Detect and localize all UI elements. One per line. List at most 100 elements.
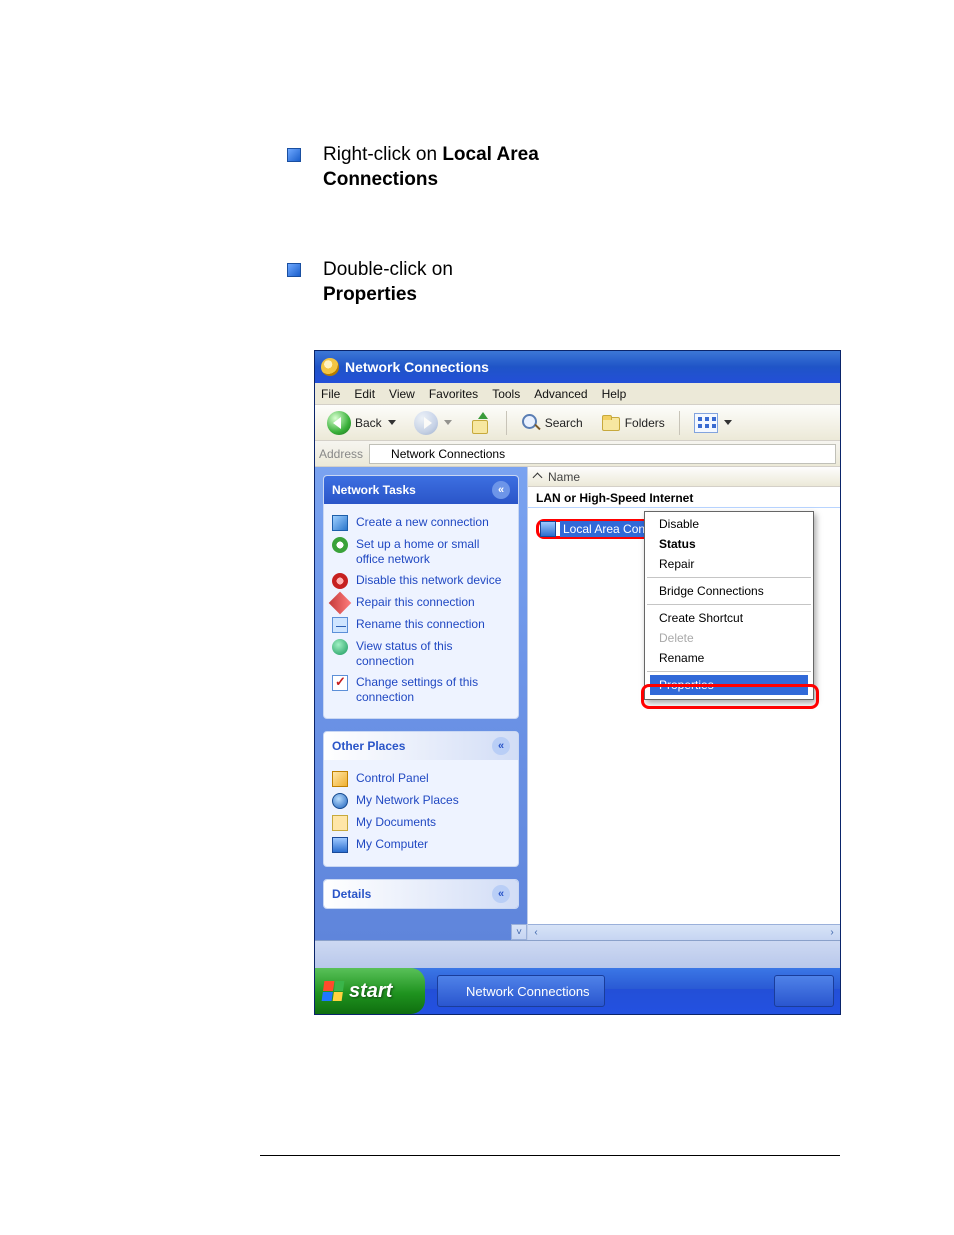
up-button[interactable] [464, 410, 498, 436]
place-label: My Documents [356, 815, 436, 830]
task-label: Rename this connection [356, 617, 485, 632]
start-label: start [349, 980, 392, 1003]
task-setup-network[interactable]: Set up a home or small office network [332, 534, 510, 570]
menu-file[interactable]: File [321, 387, 340, 401]
expand-icon[interactable]: « [492, 885, 510, 903]
instruction-text: Right-click on [323, 144, 442, 165]
place-label: My Network Places [356, 793, 459, 808]
footer-rule [260, 1155, 840, 1156]
task-label: Create a new connection [356, 515, 489, 530]
place-label: My Computer [356, 837, 428, 852]
forward-button[interactable] [408, 409, 458, 437]
folders-button[interactable]: Folders [595, 411, 671, 435]
scroll-down-button[interactable]: ˅ [511, 924, 527, 940]
windows-logo-icon [322, 981, 345, 1001]
chevron-down-icon [388, 420, 396, 425]
back-label: Back [355, 416, 382, 430]
search-button[interactable]: Search [515, 411, 589, 435]
local-area-connection-item[interactable]: Local Area Con [536, 519, 654, 539]
task-view-status[interactable]: View status of this connection [332, 636, 510, 672]
menu-view[interactable]: View [389, 387, 415, 401]
task-rename-connection[interactable]: Rename this connection [332, 614, 510, 636]
repair-icon [329, 592, 352, 615]
taskbar-button-label: Network Connections [466, 984, 590, 999]
folders-label: Folders [625, 416, 665, 430]
instruction-step-2: Double-click on Properties [287, 258, 453, 307]
task-label: View status of this connection [356, 639, 510, 669]
toolbar-separator [506, 411, 507, 435]
ctx-bridge[interactable]: Bridge Connections [645, 581, 813, 601]
task-disable-device[interactable]: Disable this network device [332, 570, 510, 592]
scroll-left-icon[interactable]: ‹ [528, 927, 544, 938]
menu-tools[interactable]: Tools [492, 387, 520, 401]
panel-title: Other Places [332, 739, 405, 753]
scroll-right-icon[interactable]: › [824, 927, 840, 938]
ctx-create-shortcut[interactable]: Create Shortcut [645, 608, 813, 628]
group-header-lan: LAN or High-Speed Internet [528, 487, 840, 508]
horizontal-scrollbar[interactable]: ‹ › [528, 924, 840, 940]
start-button[interactable]: start [315, 968, 425, 1014]
place-control-panel[interactable]: Control Panel [332, 768, 510, 790]
toolbar-separator [679, 411, 680, 435]
address-bar: Address Network Connections [315, 441, 840, 467]
chevron-down-icon [724, 420, 732, 425]
back-button[interactable]: Back [321, 409, 402, 437]
status-bar [315, 940, 840, 968]
taskbar-button-network[interactable]: Network Connections [437, 975, 605, 1007]
ctx-separator [647, 671, 811, 672]
forward-icon [414, 411, 438, 435]
menu-bar: File Edit View Favorites Tools Advanced … [315, 383, 840, 405]
ctx-separator [647, 604, 811, 605]
views-button[interactable] [688, 411, 738, 435]
menu-help[interactable]: Help [602, 387, 627, 401]
panel-header-tasks[interactable]: Network Tasks « [324, 476, 518, 504]
network-connection-icon [540, 521, 556, 537]
status-icon [332, 639, 348, 655]
network-places-icon [332, 793, 348, 809]
place-network-places[interactable]: My Network Places [332, 790, 510, 812]
menu-edit[interactable]: Edit [354, 387, 375, 401]
network-connections-window: Network Connections File Edit View Favor… [314, 350, 841, 1015]
address-field[interactable]: Network Connections [369, 444, 836, 464]
network-tasks-panel: Network Tasks « Create a new connection … [323, 475, 519, 719]
task-label: Change settings of this connection [356, 675, 510, 705]
instruction-bold: Properties [323, 284, 417, 305]
ctx-disable[interactable]: Disable [645, 514, 813, 534]
views-icon [694, 413, 718, 433]
ctx-status[interactable]: Status [645, 534, 813, 554]
ctx-delete: Delete [645, 628, 813, 648]
place-my-computer[interactable]: My Computer [332, 834, 510, 856]
panel-header-other[interactable]: Other Places « [324, 732, 518, 760]
disable-icon [332, 573, 348, 589]
item-label: Local Area Con [560, 521, 648, 537]
rename-icon [332, 617, 348, 633]
title-bar[interactable]: Network Connections [315, 351, 840, 383]
ctx-rename[interactable]: Rename [645, 648, 813, 668]
computer-icon [332, 837, 348, 853]
collapse-icon[interactable]: « [492, 481, 510, 499]
bullet-icon [287, 148, 301, 162]
task-create-connection[interactable]: Create a new connection [332, 512, 510, 534]
home-network-icon [332, 537, 348, 553]
ctx-repair[interactable]: Repair [645, 554, 813, 574]
panel-header-details[interactable]: Details « [324, 880, 518, 908]
search-label: Search [545, 416, 583, 430]
task-change-settings[interactable]: Change settings of this connection [332, 672, 510, 708]
panel-title: Details [332, 887, 371, 901]
folder-up-icon [470, 412, 492, 434]
system-tray[interactable] [774, 975, 834, 1007]
group-label: LAN or High-Speed Internet [536, 491, 693, 505]
task-label: Repair this connection [356, 595, 475, 610]
search-icon [521, 413, 541, 433]
ctx-separator [647, 577, 811, 578]
address-value: Network Connections [391, 447, 505, 461]
app-icon [321, 358, 339, 376]
content-area: Name LAN or High-Speed Internet Local Ar… [527, 467, 840, 940]
other-places-panel: Other Places « Control Panel My Network … [323, 731, 519, 867]
menu-advanced[interactable]: Advanced [534, 387, 587, 401]
column-header-name[interactable]: Name [528, 467, 840, 487]
task-repair-connection[interactable]: Repair this connection [332, 592, 510, 614]
collapse-icon[interactable]: « [492, 737, 510, 755]
place-my-documents[interactable]: My Documents [332, 812, 510, 834]
menu-favorites[interactable]: Favorites [429, 387, 478, 401]
